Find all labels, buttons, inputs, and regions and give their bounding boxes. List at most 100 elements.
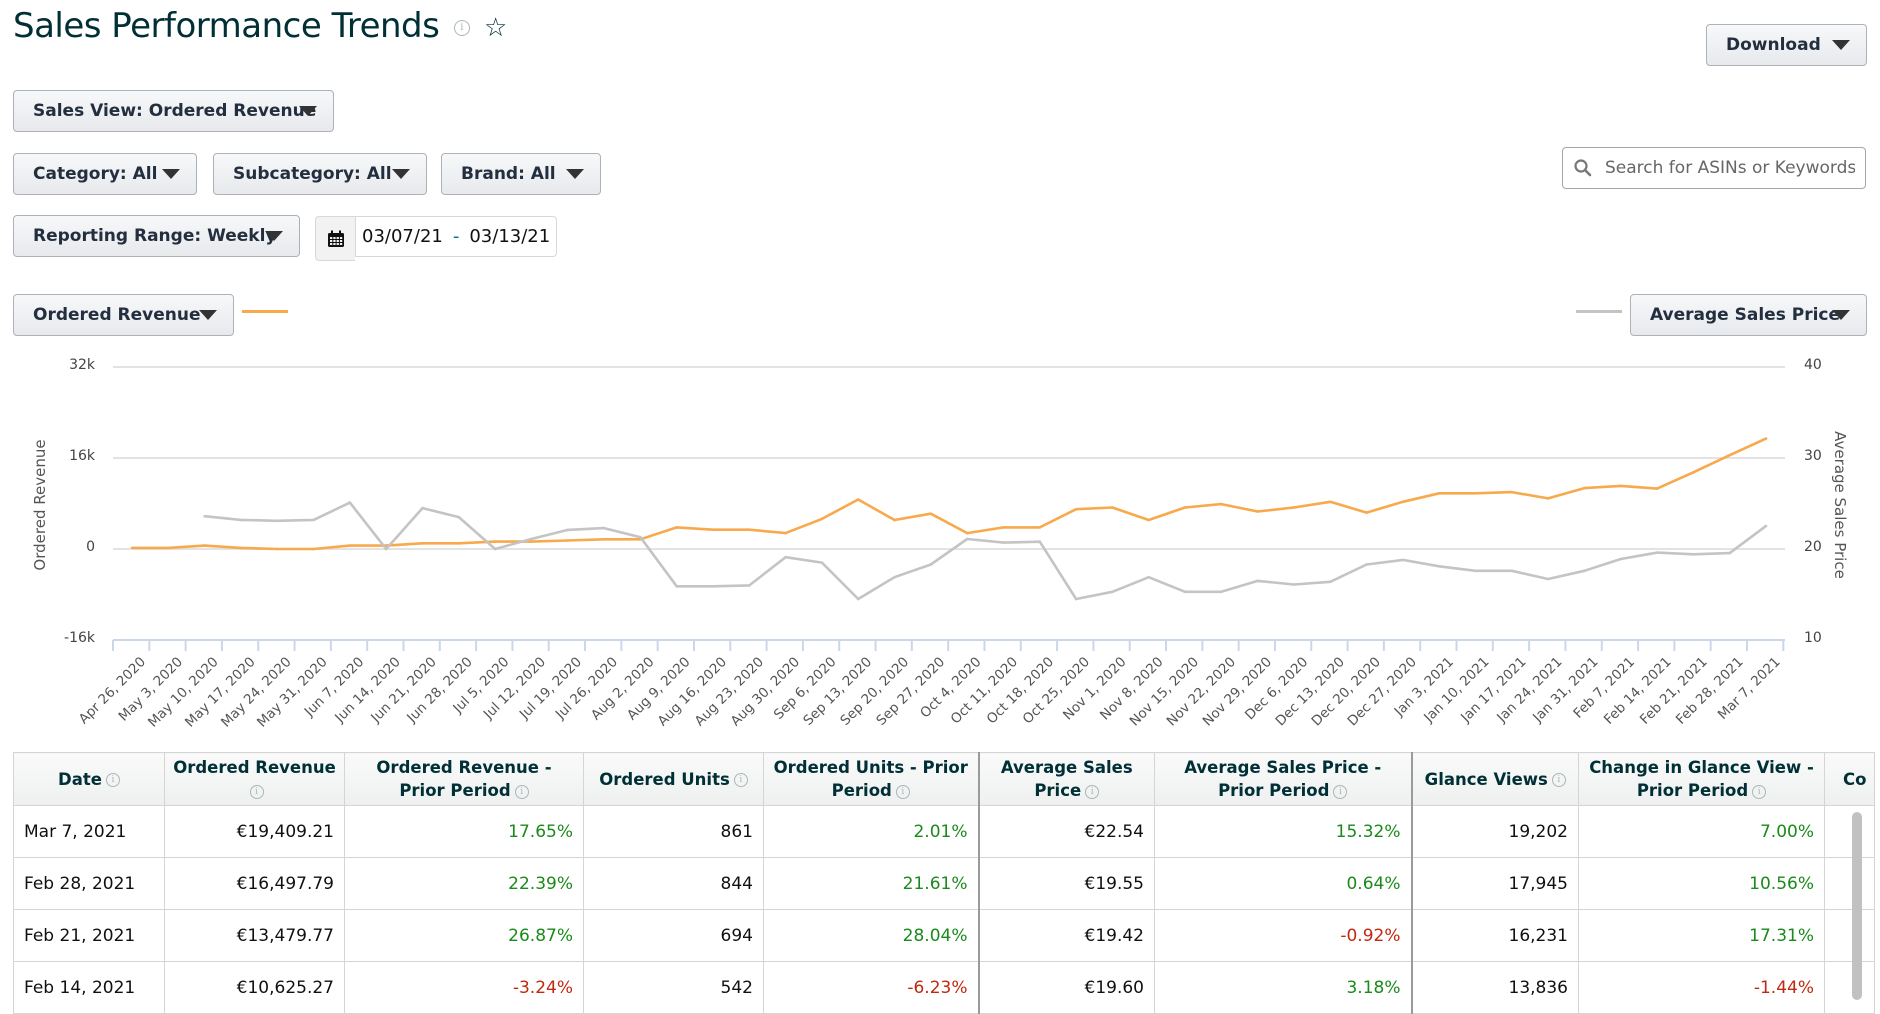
chevron-down-icon bbox=[265, 231, 283, 241]
data-point bbox=[1002, 526, 1005, 529]
x-axis-tick-label: May 17, 2020 bbox=[181, 654, 259, 731]
table-cell: €22.54 bbox=[977, 805, 1155, 858]
chevron-down-icon bbox=[566, 169, 584, 179]
x-axis-tick-label: Jan 3, 2021 bbox=[1391, 654, 1457, 720]
info-icon[interactable]: i bbox=[1333, 784, 1348, 799]
data-point bbox=[457, 542, 461, 545]
column-header[interactable]: Change in Glance View - Prior Period i bbox=[1578, 752, 1825, 806]
sales-view-label: Sales View: Ordered Revenue bbox=[33, 101, 317, 121]
right-metric-label: Average Sales Price bbox=[1650, 305, 1841, 325]
data-point bbox=[1401, 500, 1405, 504]
info-icon[interactable]: i bbox=[1085, 784, 1100, 799]
info-icon[interactable]: i bbox=[895, 784, 910, 799]
subcategory-label: Subcategory: All bbox=[233, 164, 392, 184]
x-axis-tick-label: Dec 20, 2020 bbox=[1308, 654, 1384, 730]
info-icon[interactable]: i bbox=[733, 773, 748, 787]
column-header[interactable]: Co bbox=[1823, 752, 1876, 806]
chevron-down-icon bbox=[199, 310, 217, 320]
data-point bbox=[1074, 507, 1078, 511]
date-fields: 03/07/21 - 03/13/21 bbox=[355, 216, 558, 257]
data-point bbox=[421, 542, 424, 545]
info-icon[interactable]: i bbox=[1551, 773, 1566, 787]
data-point bbox=[1474, 569, 1477, 573]
search-box[interactable] bbox=[1562, 147, 1866, 189]
table-row[interactable]: Mar 7, 2021 €19,409.21 17.65% 861 2.01% €22.5… bbox=[13, 805, 1876, 858]
table-cell: -0.92% bbox=[1154, 909, 1412, 962]
table-cell: €19,409.21 bbox=[164, 805, 345, 858]
x-axis-tick-label: Jun 14, 2020 bbox=[331, 654, 404, 726]
data-point bbox=[639, 535, 642, 539]
info-icon[interactable]: i bbox=[249, 784, 264, 799]
data-point bbox=[747, 528, 751, 531]
info-icon[interactable]: i bbox=[105, 773, 120, 787]
info-icon[interactable]: i bbox=[514, 784, 529, 799]
column-header[interactable]: Average Sales Price - Prior Period i bbox=[1154, 752, 1412, 806]
calendar-button[interactable] bbox=[315, 216, 355, 261]
table-scrollbar[interactable] bbox=[1852, 812, 1862, 1000]
column-header[interactable]: Ordered Revenue - Prior Period i bbox=[344, 752, 584, 806]
column-header[interactable]: Ordered Units - Prior Period i bbox=[763, 752, 979, 806]
column-header[interactable]: Ordered Units i bbox=[583, 752, 764, 806]
favorite-star-icon[interactable]: ☆ bbox=[484, 13, 507, 43]
data-point bbox=[1655, 551, 1659, 554]
end-date-input[interactable]: 03/13/21 bbox=[469, 226, 550, 247]
date-separator: - bbox=[452, 226, 460, 247]
info-icon[interactable]: i bbox=[1752, 784, 1767, 799]
date-range-picker[interactable]: 03/07/21 - 03/13/21 bbox=[315, 216, 558, 261]
table-cell: 26.87% bbox=[344, 909, 584, 962]
left-axis-tick-label: 32k bbox=[69, 357, 95, 373]
info-icon[interactable]: i bbox=[453, 19, 470, 36]
data-point bbox=[493, 547, 497, 551]
start-date-input[interactable]: 03/07/21 bbox=[362, 226, 443, 247]
x-axis-tick-label: Jul 12, 2020 bbox=[480, 654, 549, 723]
table-cell bbox=[1823, 909, 1876, 962]
subcategory-dropdown[interactable]: Subcategory: All bbox=[213, 153, 427, 195]
column-header[interactable]: Ordered Revenue i bbox=[164, 752, 345, 806]
data-point bbox=[1692, 471, 1695, 474]
reporting-range-dropdown[interactable]: Reporting Range: Weekly bbox=[13, 215, 300, 257]
data-point bbox=[312, 518, 315, 522]
column-header[interactable]: Date i bbox=[13, 752, 165, 806]
left-metric-dropdown[interactable]: Ordered Revenue bbox=[13, 294, 234, 336]
column-header-label: Change in Glance View - Prior Period bbox=[1589, 758, 1814, 800]
left-axis-tick-label: 16k bbox=[69, 448, 95, 464]
left-axis-title: Ordered Revenue bbox=[31, 439, 49, 571]
data-point bbox=[1111, 506, 1114, 509]
table-cell: 861 bbox=[583, 805, 764, 858]
data-point bbox=[1365, 511, 1368, 514]
column-header[interactable]: Average Sales Price i bbox=[977, 752, 1155, 806]
column-header-label: Ordered Units bbox=[599, 769, 730, 789]
column-header[interactable]: Glance Views i bbox=[1410, 752, 1579, 806]
right-axis-tick-label: 10 bbox=[1804, 630, 1822, 646]
x-axis-tick-label: Jan 10, 2021 bbox=[1421, 654, 1493, 726]
download-button[interactable]: Download bbox=[1706, 24, 1867, 66]
data-point bbox=[384, 544, 388, 547]
data-point bbox=[820, 517, 824, 521]
brand-dropdown[interactable]: Brand: All bbox=[441, 153, 601, 195]
data-point bbox=[1220, 502, 1223, 506]
chevron-down-icon bbox=[162, 169, 180, 179]
x-axis-tick-label: Aug 16, 2020 bbox=[654, 654, 731, 730]
table-cell: €19.55 bbox=[977, 857, 1155, 910]
category-dropdown[interactable]: Category: All bbox=[13, 153, 197, 195]
data-point bbox=[1546, 497, 1550, 500]
table-row[interactable]: Feb 28, 2021 €16,497.79 22.39% 844 21.61% €19… bbox=[13, 857, 1876, 910]
data-point bbox=[1147, 575, 1151, 579]
table-row[interactable]: Feb 21, 2021 €13,479.77 26.87% 694 28.04% €19… bbox=[13, 909, 1876, 962]
table-cell: 13,836 bbox=[1410, 961, 1579, 1014]
chevron-down-icon bbox=[392, 169, 410, 179]
right-metric-dropdown[interactable]: Average Sales Price bbox=[1630, 294, 1867, 336]
table-cell: 16,231 bbox=[1410, 909, 1579, 962]
data-point bbox=[784, 531, 787, 535]
data-point bbox=[1074, 597, 1078, 601]
table-cell: 28.04% bbox=[763, 909, 979, 962]
table-cell bbox=[1823, 857, 1876, 910]
search-input[interactable] bbox=[1603, 157, 1857, 179]
data-point bbox=[1437, 491, 1441, 495]
sales-view-dropdown[interactable]: Sales View: Ordered Revenue bbox=[13, 90, 334, 132]
x-axis-tick-label: Nov 29, 2020 bbox=[1199, 654, 1275, 730]
table-row[interactable]: Feb 14, 2021 €10,625.27 -3.24% 542 -6.23% €19… bbox=[13, 961, 1876, 1014]
data-point bbox=[820, 561, 824, 564]
x-axis-tick-label: Oct 4, 2020 bbox=[917, 654, 985, 722]
x-axis-tick-label: Dec 13, 2020 bbox=[1272, 654, 1348, 730]
